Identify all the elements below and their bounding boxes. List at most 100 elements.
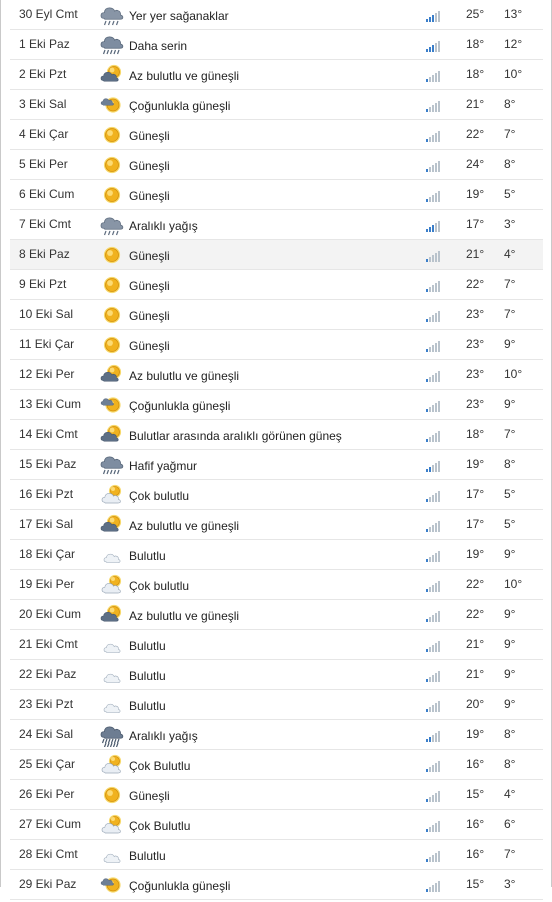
forecast-row[interactable]: 9 Eki Pzt Güneşli 22° 7° [10,270,543,300]
high-temperature: 16° [466,757,485,771]
forecast-row[interactable]: 5 Eki Per Güneşli 24° 8° [10,150,543,180]
mostly-sunny-icon [100,397,121,413]
forecast-row[interactable]: 30 Eyl Cmt Yer yer sağanaklar 25° 13° [10,0,543,30]
mostly-sunny-icon [100,877,121,893]
signal-bars-icon [426,161,440,172]
forecast-row[interactable]: 21 Eki Cmt Bulutlu 21° 9° [10,630,543,660]
forecast-row[interactable]: 28 Eki Cmt Bulutlu 16° 7° [10,840,543,870]
forecast-row[interactable]: 14 Eki Cmt Bulutlar arasında aralıklı gö… [10,420,543,450]
mostly-cloudy-icon [101,814,122,834]
forecast-day: 17 Eki Sal [19,517,74,531]
low-temperature: 12° [504,37,523,51]
forecast-description: Bulutlar arasında aralıklı görünen güneş [129,429,342,443]
forecast-row[interactable]: 6 Eki Cum Güneşli 19° 5° [10,180,543,210]
forecast-day: 13 Eki Cum [19,397,82,411]
forecast-row[interactable]: 27 Eki Cum Çok Bulutlu 16° 6° [10,810,543,840]
forecast-row[interactable]: 15 Eki Paz Hafif yağmur 19° 8° [10,450,543,480]
forecast-description: Çok Bulutlu [129,819,191,833]
forecast-day: 9 Eki Pzt [19,277,67,291]
high-temperature: 20° [466,697,485,711]
signal-bars-icon [426,71,440,82]
high-temperature: 15° [466,877,485,891]
high-temperature: 19° [466,457,485,471]
signal-bars-icon [426,881,440,892]
high-temperature: 22° [466,127,485,141]
forecast-row[interactable]: 18 Eki Çar Bulutlu 19° 9° [10,540,543,570]
forecast-row[interactable]: 8 Eki Paz Güneşli 21° 4° [10,240,543,270]
forecast-row[interactable]: 20 Eki Cum Az bulutlu ve güneşli 22° 9° [10,600,543,630]
forecast-row[interactable]: 7 Eki Cmt Aralıklı yağış 17° 3° [10,210,543,240]
low-temperature: 7° [504,127,516,141]
forecast-day: 5 Eki Per [19,157,68,171]
forecast-description: Az bulutlu ve güneşli [129,519,240,533]
low-temperature: 5° [504,487,516,501]
low-temperature: 9° [504,697,516,711]
showers-icon [100,7,124,26]
high-temperature: 18° [466,67,485,81]
mostly-cloudy-icon [101,754,122,774]
forecast-row[interactable]: 11 Eki Çar Güneşli 23° 9° [10,330,543,360]
high-temperature: 23° [466,367,485,381]
forecast-day: 23 Eki Pzt [19,697,74,711]
forecast-day: 29 Eki Paz [19,877,77,891]
low-temperature: 10° [504,577,523,591]
forecast-row[interactable]: 3 Eki Sal Çoğunlukla güneşli 21° 8° [10,90,543,120]
low-temperature: 8° [504,157,516,171]
sun-icon [103,336,121,354]
forecast-row[interactable]: 16 Eki Pzt Çok bulutlu 17° 5° [10,480,543,510]
signal-bars-icon [426,461,440,472]
forecast-description: Çoğunlukla güneşli [129,399,231,413]
forecast-description: Çok bulutlu [129,489,190,503]
forecast-day: 20 Eki Cum [19,607,82,621]
forecast-row[interactable]: 17 Eki Sal Az bulutlu ve güneşli 17° 5° [10,510,543,540]
low-temperature: 9° [504,547,516,561]
sun-icon [103,786,121,804]
high-temperature: 25° [466,7,485,21]
high-temperature: 19° [466,187,485,201]
mostly-sunny-icon [100,97,121,113]
signal-bars-icon [426,11,440,22]
forecast-row[interactable]: 1 Eki Paz Daha serin 18° 12° [10,30,543,60]
signal-bars-icon [426,431,440,442]
low-temperature: 3° [504,877,516,891]
forecast-description: Güneşli [129,279,170,293]
forecast-row[interactable]: 23 Eki Pzt Bulutlu 20° 9° [10,690,543,720]
signal-bars-icon [426,401,440,412]
high-temperature: 15° [466,787,485,801]
forecast-description: Çoğunlukla güneşli [129,879,231,893]
forecast-day: 18 Eki Çar [19,547,76,561]
forecast-day: 1 Eki Paz [19,37,70,51]
forecast-row[interactable]: 26 Eki Per Güneşli 15° 4° [10,780,543,810]
forecast-description: Bulutlu [129,849,166,863]
forecast-description: Az bulutlu ve güneşli [129,609,240,623]
signal-bars-icon [426,101,440,112]
cloud-icon [103,703,121,713]
forecast-row[interactable]: 29 Eki Paz Çoğunlukla güneşli 15° 3° [10,870,543,900]
low-temperature: 4° [504,247,516,261]
forecast-row[interactable]: 4 Eki Çar Güneşli 22° 7° [10,120,543,150]
forecast-row[interactable]: 12 Eki Per Az bulutlu ve güneşli 23° 10° [10,360,543,390]
high-temperature: 22° [466,577,485,591]
forecast-day: 26 Eki Per [19,787,75,801]
forecast-row[interactable]: 24 Eki Sal Aralıklı yağış 19° 8° [10,720,543,750]
forecast-description: Güneşli [129,159,170,173]
low-temperature: 5° [504,187,516,201]
forecast-row[interactable]: 25 Eki Çar Çok Bulutlu 16° 8° [10,750,543,780]
forecast-description: Güneşli [129,129,170,143]
high-temperature: 17° [466,517,485,531]
forecast-row[interactable]: 10 Eki Sal Güneşli 23° 7° [10,300,543,330]
high-temperature: 22° [466,607,485,621]
high-temperature: 21° [466,247,485,261]
forecast-row[interactable]: 2 Eki Pzt Az bulutlu ve güneşli 18° 10° [10,60,543,90]
signal-bars-icon [426,671,440,682]
forecast-description: Bulutlu [129,549,166,563]
mostly-cloudy-icon [101,574,122,594]
forecast-day: 7 Eki Cmt [19,217,72,231]
forecast-row[interactable]: 13 Eki Cum Çoğunlukla güneşli 23° 9° [10,390,543,420]
forecast-day: 10 Eki Sal [19,307,74,321]
forecast-description: Güneşli [129,309,170,323]
cloud-icon [103,643,121,653]
forecast-row[interactable]: 19 Eki Per Çok bulutlu 22° 10° [10,570,543,600]
forecast-row[interactable]: 22 Eki Paz Bulutlu 21° 9° [10,660,543,690]
forecast-description: Güneşli [129,189,170,203]
